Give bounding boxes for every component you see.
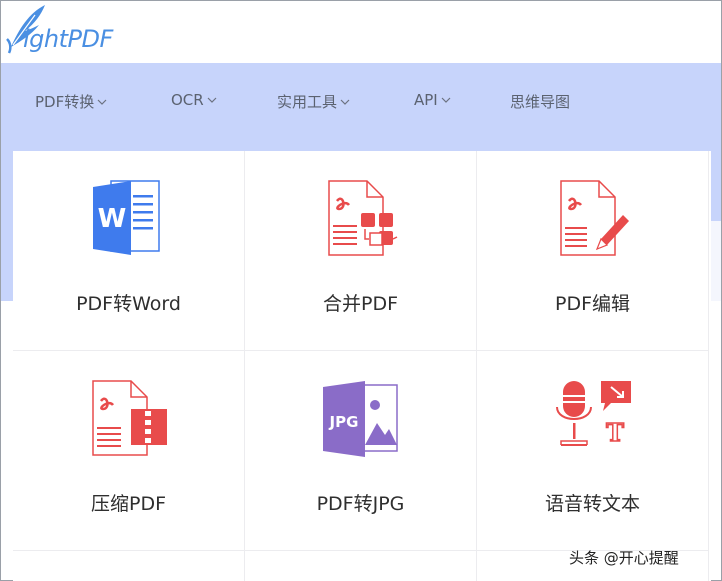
tool-grid: W PDF转Word 合并PDF PDF编辑 压缩PDF JPG PDF转JPG…: [13, 151, 711, 581]
merge-pdf-icon: [328, 180, 398, 256]
jpg-icon-text: JPG: [329, 413, 359, 431]
chevron-down-icon: [340, 99, 350, 105]
svg-text:W: W: [98, 204, 127, 234]
watermark: 头条 @开心提醒: [569, 549, 679, 567]
tool-label: PDF转JPG: [316, 493, 405, 515]
chevron-down-icon: [207, 97, 217, 103]
tool-label: PDF编辑: [554, 293, 631, 315]
tool-card-edit-pdf[interactable]: PDF编辑: [477, 151, 709, 351]
tool-card-pdf-to-word[interactable]: W PDF转Word: [13, 151, 245, 351]
tool-label: 语音转文本: [544, 493, 640, 515]
tool-card-merge-pdf[interactable]: 合并PDF: [245, 151, 477, 351]
nav-item-api[interactable]: API: [414, 91, 451, 109]
tool-card-speech-to-text[interactable]: T 语音转文本: [477, 351, 709, 551]
jpg-image-icon: JPG: [323, 381, 398, 457]
nav-item-ocr[interactable]: OCR: [171, 91, 217, 109]
text-t-icon: T: [606, 418, 624, 447]
nav-item-pdf-convert[interactable]: PDF转换: [35, 91, 107, 112]
edit-pdf-icon: [560, 180, 629, 256]
logo-text: ightPDF: [23, 25, 113, 53]
tool-card-partial: [13, 551, 245, 581]
chevron-down-icon: [97, 99, 107, 105]
tool-card-partial: [245, 551, 477, 581]
word-doc-icon: W: [93, 180, 160, 255]
compress-pdf-icon: [92, 380, 167, 456]
nav-item-tools[interactable]: 实用工具: [277, 91, 350, 112]
tool-label: 压缩PDF: [90, 493, 167, 515]
nav-item-mindmap[interactable]: 思维导图: [510, 91, 570, 112]
band-edge: [711, 221, 721, 301]
tool-card-compress-pdf[interactable]: 压缩PDF: [13, 351, 245, 551]
main-nav: PDF转换 OCR 实用工具 API 思维导图: [1, 63, 721, 143]
speech-to-text-icon: T: [556, 381, 631, 448]
tool-label: 合并PDF: [322, 293, 399, 315]
chevron-down-icon: [441, 97, 451, 103]
tool-card-pdf-to-jpg[interactable]: JPG PDF转JPG: [245, 351, 477, 551]
tool-label: PDF转Word: [76, 293, 181, 315]
lightpdf-logo[interactable]: ightPDF: [5, 3, 125, 59]
site-header: ightPDF: [1, 1, 721, 63]
